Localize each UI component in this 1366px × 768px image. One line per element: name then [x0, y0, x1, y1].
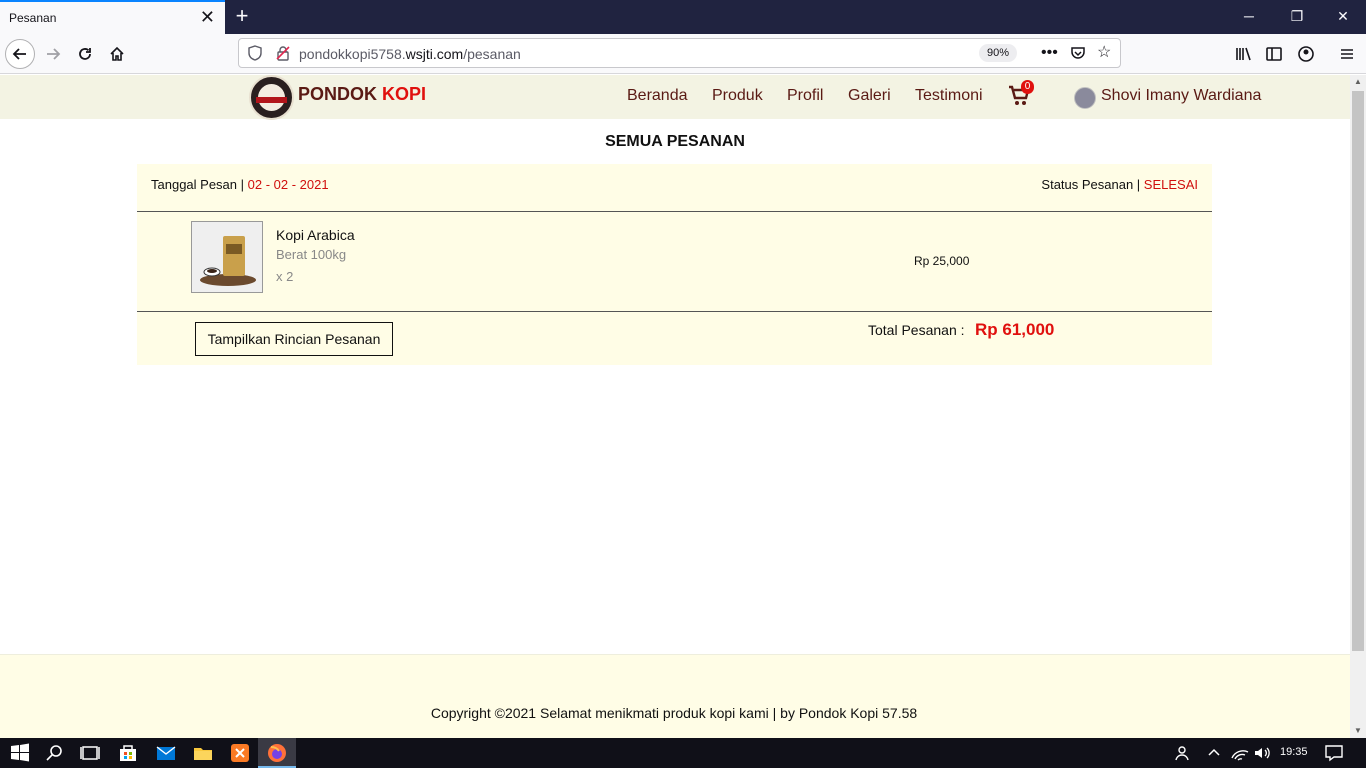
insecure-lock-icon[interactable]	[275, 45, 291, 61]
nav-galeri[interactable]: Galeri	[848, 87, 891, 105]
product-price: Rp 25,000	[914, 254, 970, 268]
coffee-bag-image	[192, 222, 262, 292]
page-scrollbar[interactable]: ▲ ▼	[1350, 75, 1366, 738]
nav-produk[interactable]: Produk	[712, 87, 763, 105]
task-view-icon[interactable]	[78, 741, 102, 765]
forward-arrow-icon	[47, 48, 61, 60]
order-total-value: Rp 61,000	[975, 320, 1055, 339]
url-domain: wsjti.com	[405, 46, 464, 62]
account-icon[interactable]	[1294, 42, 1318, 66]
user-avatar[interactable]	[1074, 87, 1096, 109]
close-window-button[interactable]: ✕	[1323, 4, 1363, 28]
scrollbar-thumb[interactable]	[1352, 91, 1364, 651]
order-date-label: Tanggal Pesan |	[151, 177, 248, 192]
footer-copyright: Copyright ©2021 Selamat menikmati produk…	[430, 705, 918, 721]
order-card: Tanggal Pesan | 02 - 02 - 2021 Status Pe…	[137, 164, 1212, 365]
order-date: Tanggal Pesan | 02 - 02 - 2021	[151, 177, 329, 192]
address-bar[interactable]: pondokkopi5758.wsjti.com/pesanan 90% •••…	[238, 38, 1121, 68]
cart-count-badge: 0	[1021, 80, 1034, 94]
product-weight: Berat 100kg	[276, 247, 347, 262]
windows-taskbar: 19:35	[0, 738, 1366, 768]
order-total-label: Total Pesanan :	[868, 322, 965, 338]
menu-icon[interactable]	[1335, 42, 1359, 66]
back-arrow-icon	[12, 48, 26, 60]
home-button[interactable]	[102, 39, 132, 69]
scroll-up-arrow-icon[interactable]: ▲	[1350, 75, 1366, 89]
new-tab-button[interactable]: +	[230, 3, 254, 29]
back-button[interactable]	[5, 39, 35, 69]
scroll-down-arrow-icon[interactable]: ▼	[1350, 724, 1366, 738]
logo-image[interactable]	[249, 75, 294, 120]
show-order-details-button[interactable]: Tampilkan Rincian Pesanan	[195, 322, 393, 356]
logo-word-kopi: KOPI	[382, 84, 427, 104]
taskbar-clock[interactable]: 19:35	[1280, 746, 1308, 758]
xampp-icon[interactable]	[228, 741, 252, 765]
zoom-indicator[interactable]: 90%	[979, 44, 1017, 62]
reload-icon	[79, 48, 91, 60]
pocket-icon[interactable]	[1070, 45, 1086, 61]
page-actions-icon[interactable]: •••	[1041, 43, 1058, 63]
mail-icon[interactable]	[154, 741, 178, 765]
logo-word-pondok: PONDOK	[298, 84, 378, 104]
people-icon[interactable]	[1172, 741, 1196, 765]
site-header: PONDOK KOPI Beranda Produk Profil Galeri…	[0, 75, 1350, 120]
tab-strip: Pesanan ✕ + ─ ❐ ✕	[0, 0, 1366, 34]
sidebar-icon[interactable]	[1262, 42, 1286, 66]
logo-band	[256, 97, 287, 103]
tab-close-icon[interactable]: ✕	[200, 8, 215, 26]
order-item-row: Kopi Arabica Berat 100kg x 2 Rp 25,000	[137, 212, 1212, 312]
bookmark-star-icon[interactable]: ☆	[1097, 43, 1111, 63]
product-name[interactable]: Kopi Arabica	[276, 227, 355, 243]
order-status-value: SELESAI	[1143, 177, 1198, 192]
windows-start-icon[interactable]	[8, 741, 32, 765]
browser-toolbar: pondokkopi5758.wsjti.com/pesanan 90% •••…	[0, 34, 1366, 74]
order-status: Status Pesanan | SELESAI	[1041, 177, 1198, 192]
tab-pesanan[interactable]: Pesanan ✕	[0, 0, 225, 34]
chevron-up-icon[interactable]	[1202, 741, 1226, 765]
restore-button[interactable]: ❐	[1277, 4, 1317, 28]
home-icon	[110, 46, 124, 61]
product-quantity: x 2	[276, 269, 294, 284]
file-explorer-icon[interactable]	[191, 741, 215, 765]
user-name[interactable]: Shovi Imany Wardiana	[1101, 87, 1261, 105]
search-icon[interactable]	[43, 741, 67, 765]
order-status-label: Status Pesanan |	[1041, 177, 1144, 192]
order-header: Tanggal Pesan | 02 - 02 - 2021 Status Pe…	[137, 164, 1212, 212]
url-text[interactable]: pondokkopi5758.wsjti.com/pesanan	[299, 46, 521, 62]
forward-button[interactable]	[38, 39, 68, 69]
nav-beranda[interactable]: Beranda	[627, 87, 688, 105]
site-logo-text[interactable]: PONDOK KOPI	[298, 84, 426, 105]
url-host: pondokkopi5758.	[299, 46, 406, 62]
page-title: SEMUA PESANAN	[605, 133, 745, 150]
nav-testimoni[interactable]: Testimoni	[915, 87, 983, 105]
store-icon[interactable]	[116, 741, 140, 765]
product-image	[191, 221, 263, 293]
library-icon[interactable]	[1231, 42, 1255, 66]
firefox-icon[interactable]	[265, 741, 289, 765]
minimize-button[interactable]: ─	[1229, 4, 1269, 28]
site-footer: Copyright ©2021 Selamat menikmati produk…	[0, 654, 1350, 738]
reload-button[interactable]	[70, 39, 100, 69]
shield-icon[interactable]	[247, 45, 263, 61]
order-date-value: 02 - 02 - 2021	[247, 177, 329, 192]
notification-icon[interactable]	[1322, 741, 1346, 765]
volume-icon[interactable]	[1250, 741, 1274, 765]
tab-title: Pesanan	[9, 11, 57, 25]
nav-profil[interactable]: Profil	[787, 87, 823, 105]
url-path: /pesanan	[463, 46, 521, 62]
wifi-icon[interactable]	[1228, 741, 1252, 765]
